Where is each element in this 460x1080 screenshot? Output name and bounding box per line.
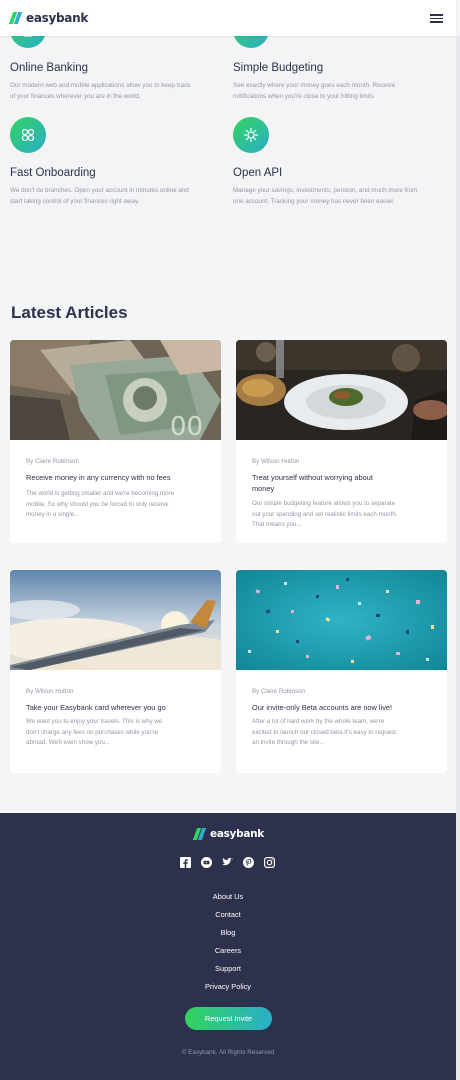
article-excerpt-line: abroad. We'll even show you... [26,739,110,746]
scrollbar-track[interactable] [456,36,460,1080]
hamburger-menu-icon[interactable] [430,13,443,23]
feature-desc-fast-onboarding: We don't do branches. Open your account … [10,186,220,207]
feature-desc-simple-budgeting: See exactly where your money goes each m… [233,81,443,102]
site-header: easybank [0,0,456,36]
footer-link-contact[interactable]: Contact [128,910,328,919]
article-image-plane [10,570,221,670]
request-invite-button[interactable]: Request Invite [185,1007,272,1030]
article-author: By Claire Robinson [26,458,79,465]
article-image-currency: 00 [10,340,221,440]
feature-title-online-banking: Online Banking [10,62,88,74]
feature-desc-line: notifications when you're close to your … [233,92,374,100]
social-links [180,857,276,869]
article-author: By Wilson Hutton [252,458,300,465]
twitter-icon[interactable] [222,857,233,868]
article-image-confetti [236,570,447,670]
article-excerpt-line: Our simple budgeting feature allows you … [252,500,396,507]
youtube-icon[interactable] [201,857,212,868]
article-excerpt-line: excited to launch our closed beta.It's e… [252,728,396,736]
facebook-icon[interactable] [180,857,191,868]
feature-desc-line: Our modern web and mobile applications a… [10,82,191,89]
article-excerpt: We want you to enjoy your travels. This … [26,717,208,749]
footer-link-careers[interactable]: Careers [128,946,328,955]
article-title[interactable]: Treat yourself without worrying about mo… [252,473,434,494]
feature-desc-line: start taking control of your finances ri… [10,197,140,205]
article-title[interactable]: Take your Easybank card wherever you go [26,703,208,714]
article-card[interactable]: By Wilson Hutton Take your Easybank card… [10,570,221,773]
easybank-logo[interactable]: easybank [8,10,89,26]
footer-logo[interactable]: easybank [192,828,264,840]
feature-title-simple-budgeting: Simple Budgeting [233,62,324,74]
feature-desc-line: See exactly where your money goes each m… [233,82,396,89]
article-excerpt-line: mobile. So why should you be forced to o… [26,500,169,508]
feature-title-fast-onboarding: Fast Onboarding [10,167,96,179]
site-footer: easybank About Us Contact Blog Careers S… [0,813,456,1080]
instagram-icon[interactable] [264,857,275,868]
footer-link-about[interactable]: About Us [128,892,328,901]
feature-desc-open-api: Manage your savings, investments, pensio… [233,186,443,207]
article-card[interactable]: By Wilson Hutton Treat yourself without … [236,340,447,543]
feature-title-open-api: Open API [233,167,283,179]
brand-name: easybank [26,11,89,25]
article-title[interactable]: Receive money in any currency with no fe… [26,473,208,484]
article-excerpt-line: The world is getting smaller and we're b… [26,490,175,497]
article-title[interactable]: Our invite-only Beta accounts are now li… [252,703,434,714]
api-icon [233,117,269,153]
footer-link-support[interactable]: Support [128,964,328,973]
article-excerpt-line: out your spending and set realistic limi… [252,510,398,518]
feature-desc-line: We don't do branches. Open your account … [10,187,189,194]
article-excerpt: Our simple budgeting feature allows you … [252,499,434,531]
logo-mark-icon [8,12,23,24]
article-excerpt-line: That means you... [252,521,302,528]
article-excerpt-line: We want you to enjoy your travels. This … [26,718,163,725]
feature-desc-online-banking: Our modern web and mobile applications a… [10,81,220,102]
latest-articles-section: Latest Articles 00 By Claire Robinson Re… [0,262,456,813]
feature-desc-line: of your finances wherever you are in the… [10,92,141,100]
footer-link-privacy[interactable]: Privacy Policy [128,982,328,991]
onboarding-icon [10,117,46,153]
article-title-line: money [252,483,275,493]
copyright-text: © Easybank. All Rights Reserved [181,1049,275,1056]
footer-brand-name: easybank [210,828,264,840]
section-title: Latest Articles [11,303,128,322]
article-excerpt: After a lot of hard work by the whole te… [252,717,434,749]
article-excerpt-line: an invite through the site... [252,739,325,746]
article-author: By Wilson Hutton [26,688,74,695]
feature-desc-line: one account. Tracking your money has nev… [233,197,395,205]
svg-text:00: 00 [170,412,203,440]
article-card[interactable]: By Claire Robinson Our invite-only Beta … [236,570,447,773]
article-card[interactable]: 00 By Claire Robinson Receive money in a… [10,340,221,543]
features-section: Online Banking Our modern web and mobile… [0,0,456,262]
article-title-line: Treat yourself without worrying about [252,473,373,482]
article-excerpt-line: don't charge any fees on purchases while… [26,728,159,736]
logo-mark-icon [192,828,207,840]
article-image-restaurant [236,340,447,440]
article-author: By Claire Robinson [252,688,305,695]
footer-link-blog[interactable]: Blog [128,928,328,937]
article-excerpt-line: money in a single... [26,511,80,518]
pinterest-icon[interactable] [243,857,254,868]
feature-desc-line: Manage your savings, investments, pensio… [233,187,418,194]
article-excerpt-line: After a lot of hard work by the whole te… [252,718,385,725]
article-excerpt: The world is getting smaller and we're b… [26,489,208,521]
